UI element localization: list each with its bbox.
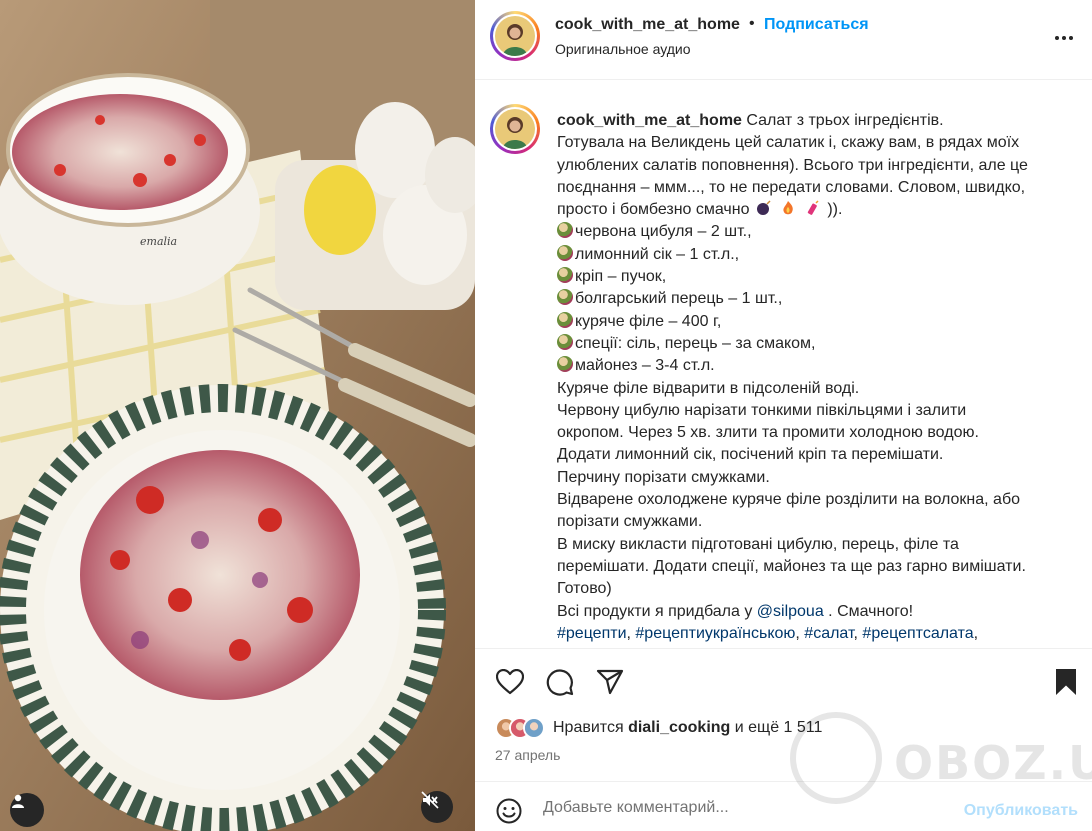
caption-line: поєднання – ммм..., то не передати слова… — [557, 178, 1026, 196]
salad-emoji-icon — [557, 333, 573, 350]
caption-line: Готувала на Великдень цей салатик і, ска… — [557, 134, 1020, 152]
liker-username[interactable]: diali_cooking — [628, 719, 730, 736]
bookmark-icon — [1056, 669, 1076, 695]
ingredient-item: спеції: сіль, перець – за смаком, — [557, 333, 1072, 355]
likes-summary[interactable]: Нравится diali_cooking и ещё 1 511 — [553, 719, 822, 737]
caption-line: улюблених салатів поповнення). Всього тр… — [557, 156, 1028, 174]
caption-username[interactable]: cook_with_me_at_home — [557, 112, 742, 129]
audio-label[interactable]: Оригинальное аудио — [555, 41, 691, 57]
bomb-emoji-icon — [756, 200, 771, 216]
salad-emoji-icon — [557, 289, 573, 306]
caption-text: cook_with_me_at_home Салат з трьох інгре… — [557, 110, 1072, 645]
ingredient-item: червона цибуля – 2 шт., — [557, 221, 1072, 243]
svg-text:emalia: emalia — [140, 235, 177, 248]
salad-emoji-icon — [557, 356, 573, 373]
salad-emoji-icon — [557, 311, 573, 328]
caption-intro: Салат з трьох інгредієнтів. — [746, 112, 944, 129]
follow-button[interactable]: Подписаться — [764, 16, 869, 34]
step-line: перемішати. Додати спеції, майонез та ще… — [557, 557, 1026, 575]
salad-emoji-icon — [557, 267, 573, 284]
more-horizontal-icon — [1055, 36, 1073, 40]
share-icon — [596, 669, 624, 695]
shop-suffix: . Смачного! — [823, 602, 914, 620]
likes-row: Нравится diali_cooking и ещё 1 511 — [495, 715, 822, 741]
step-line: порізати смужками. — [557, 513, 703, 531]
comment-icon — [546, 669, 574, 696]
salad-emoji-icon — [557, 244, 573, 261]
comment-bar: Опубликовать — [475, 781, 1092, 831]
like-button[interactable] — [495, 667, 525, 697]
mute-button[interactable] — [421, 791, 453, 823]
avatar[interactable] — [490, 11, 540, 61]
comment-button[interactable] — [545, 667, 575, 697]
shop-prefix: Всі продукти я придбала у — [557, 602, 757, 620]
step-line: Додати лимонний сік, посічений кріп та п… — [557, 446, 944, 464]
fire-emoji-icon — [783, 201, 794, 215]
hashtag-link[interactable]: #рецептиукраїнською — [635, 625, 795, 642]
caption-avatar[interactable] — [490, 104, 540, 154]
avatar-image — [495, 109, 535, 149]
post-date[interactable]: 27 апрель — [495, 747, 560, 763]
username-link[interactable]: cook_with_me_at_home — [555, 16, 740, 34]
step-line: Готово) — [557, 580, 612, 598]
user-tag-icon — [12, 794, 24, 808]
ingredient-item: лимонний сік – 1 ст.л., — [557, 244, 1072, 266]
step-line: Перчину порізати смужками. — [557, 468, 770, 486]
ingredient-item: болгарський перець – 1 шт., — [557, 288, 1072, 310]
user-tag-button[interactable] — [10, 793, 44, 827]
caption-emoji-tail: )). — [827, 201, 843, 219]
step-line: Червону цибулю нарізати тонкими півкільц… — [557, 401, 967, 419]
more-options-button[interactable] — [1052, 26, 1076, 50]
liker-avatar[interactable] — [523, 717, 545, 739]
ingredient-item: майонез – 3-4 ст.л. — [557, 355, 1072, 377]
avatar-image — [495, 16, 535, 56]
publish-button[interactable]: Опубликовать — [964, 802, 1078, 820]
separator-dot: • — [749, 15, 755, 32]
actions-section: Нравится diali_cooking и ещё 1 511 27 ап… — [475, 648, 1092, 768]
caption-section: cook_with_me_at_home Салат з трьох інгре… — [475, 80, 1092, 647]
step-line: Відварене охолоджене куряче філе розділи… — [557, 491, 1021, 509]
ingredient-item: куряче філе – 400 г, — [557, 311, 1072, 333]
heart-icon — [496, 669, 524, 695]
shop-mention-link[interactable]: @silpoua — [757, 603, 824, 620]
post-header: cook_with_me_at_home • Подписаться Ориги… — [475, 0, 1092, 80]
post-panel: cook_with_me_at_home • Подписаться Ориги… — [475, 0, 1092, 831]
ingredient-item: кріп – пучок, — [557, 266, 1072, 288]
firecracker-emoji-icon — [807, 200, 819, 216]
smiley-icon — [496, 798, 522, 824]
step-line: В миску викласти підготовані цибулю, пер… — [557, 535, 959, 553]
speaker-muted-icon — [421, 791, 439, 809]
share-button[interactable] — [595, 667, 625, 697]
step-line: окропом. Через 5 хв. злити та промити хо… — [557, 424, 979, 442]
step-line: Куряче філе відварити в підсоленій воді. — [557, 379, 860, 397]
caption-line: просто і бомбезно смачно — [557, 201, 750, 219]
post-media[interactable]: emalia — [0, 0, 475, 831]
comment-input[interactable] — [543, 792, 943, 824]
salad-photo: emalia — [0, 0, 475, 831]
save-button[interactable] — [1051, 667, 1081, 697]
hashtag-link[interactable]: #салат — [804, 625, 853, 642]
hashtag-link[interactable]: #рецептсалата — [862, 625, 973, 642]
hashtag-link[interactable]: #рецепти — [557, 625, 627, 642]
emoji-picker-button[interactable] — [495, 797, 523, 825]
salad-emoji-icon — [557, 222, 573, 239]
